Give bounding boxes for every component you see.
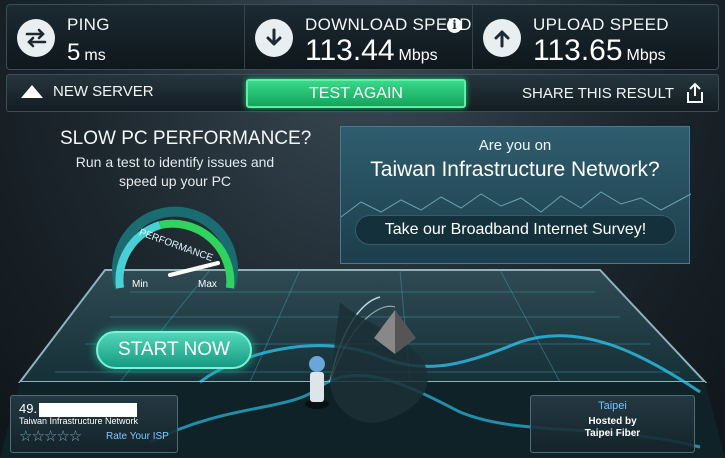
ping-value: 5 (67, 39, 81, 66)
upload-value: 113.65 (533, 34, 623, 67)
isp-ip-address: 49. (19, 401, 138, 417)
server-city[interactable]: Taipei (531, 400, 694, 412)
survey-ad-title: Taiwan Infrastructure Network? (370, 158, 660, 181)
ip-redaction-box (39, 402, 138, 417)
action-bar: NEW SERVER TEST AGAIN SHARE THIS RESULT (6, 74, 719, 112)
test-again-button[interactable]: TEST AGAIN (246, 79, 466, 108)
share-button[interactable]: SHARE THIS RESULT (522, 81, 706, 105)
share-icon (687, 82, 703, 103)
hosted-by-label: Hosted by (588, 416, 637, 427)
upload-label: UPLOAD SPEED (533, 15, 669, 34)
download-arrow-icon (255, 19, 293, 57)
star-rating-icon[interactable]: ☆☆☆☆☆ (19, 427, 82, 445)
info-icon[interactable]: i (447, 18, 462, 33)
server-location-marker-icon (374, 310, 416, 354)
host-name: Taipei Fiber (584, 428, 641, 439)
performance-gauge-icon: PERFORMANCE Min Max (112, 206, 238, 290)
ping-stat: PING 5 ms (7, 5, 245, 69)
share-label: SHARE THIS RESULT (522, 84, 674, 102)
upload-unit: Mbps (626, 47, 666, 64)
isp-name: Taiwan Infrastructure Network (19, 416, 139, 426)
ping-arrows-icon (17, 19, 55, 57)
triangle-icon (21, 85, 43, 98)
perf-ad-title: SLOW PC PERFORMANCE? (60, 128, 312, 149)
perf-ad-subtitle: Run a test to identify issues and speed … (75, 154, 275, 189)
download-stat: DOWNLOAD SPEED 113.44 Mbps i (245, 5, 473, 69)
new-server-label: NEW SERVER (53, 83, 154, 100)
survey-ad-pre: Are you on (478, 137, 552, 154)
new-server-button[interactable]: NEW SERVER (21, 83, 154, 100)
user-location-pin-icon (305, 356, 329, 409)
download-value: 113.44 (305, 34, 395, 67)
isp-info-card: 49. Taiwan Infrastructure Network ☆☆☆☆☆ … (10, 395, 178, 453)
rate-isp-link[interactable]: Rate Your ISP (106, 431, 169, 442)
download-unit: Mbps (398, 47, 438, 64)
upload-arrow-icon (483, 19, 521, 57)
gauge-min-label: Min (132, 279, 148, 290)
ping-unit: ms (84, 47, 106, 64)
results-bar: PING 5 ms DOWNLOAD SPEED 113.44 Mbps i U… (6, 4, 719, 70)
upload-stat: UPLOAD SPEED 113.65 Mbps (473, 5, 718, 69)
isp-ip-prefix: 49. (19, 401, 38, 416)
speedtest-app: PING 5 ms DOWNLOAD SPEED 113.44 Mbps i U… (0, 0, 725, 458)
server-info-card: Taipei Hosted by Taipei Fiber (530, 395, 695, 453)
gauge-max-label: Max (198, 279, 217, 290)
survey-ad[interactable]: Are you on Taiwan Infrastructure Network… (340, 126, 691, 264)
start-now-button[interactable]: START NOW (96, 331, 252, 369)
survey-button[interactable]: Take our Broadband Internet Survey! (355, 215, 676, 245)
ping-label: PING (67, 15, 110, 34)
